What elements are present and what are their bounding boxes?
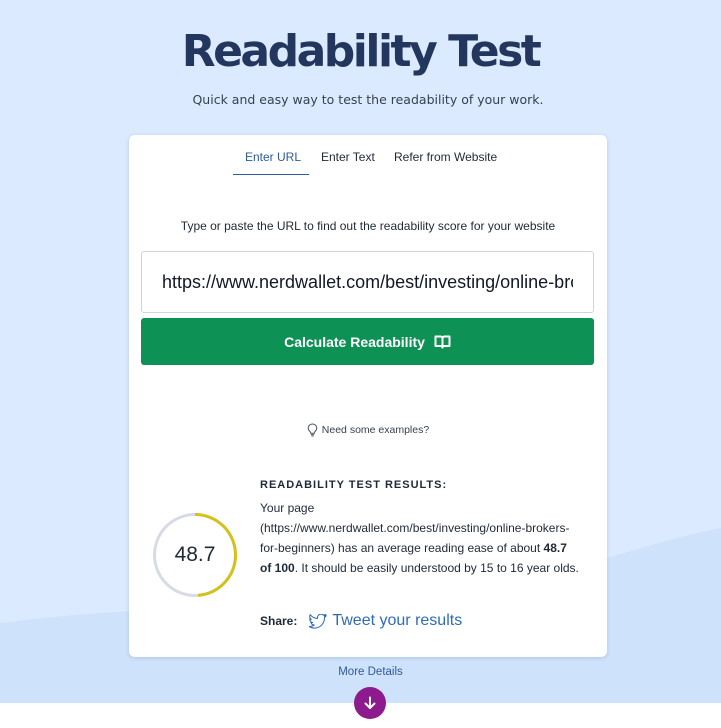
tweet-results-link[interactable]: Tweet your results — [309, 612, 462, 630]
tab-enter-url[interactable]: Enter URL — [245, 150, 301, 164]
readability-card: Enter URL Enter Text Refer from Website … — [129, 135, 607, 657]
share-label: Share: — [260, 614, 298, 628]
results-outro: . It should be easily understood by 15 t… — [294, 561, 579, 575]
twitter-icon — [309, 613, 328, 629]
score-value: 48.7 — [174, 543, 216, 566]
calculate-readability-label: Calculate Readability — [284, 333, 425, 350]
url-instruction: Type or paste the URL to find out the re… — [180, 219, 556, 233]
more-details-link[interactable]: More Details — [0, 666, 721, 678]
tab-refer-from-website[interactable]: Refer from Website — [394, 150, 497, 164]
book-open-icon — [434, 335, 451, 349]
need-examples-link[interactable]: Need some examples? — [129, 423, 607, 437]
input-mode-tabs: Enter URL Enter Text Refer from Website — [129, 135, 607, 175]
tweet-results-label: Tweet your results — [332, 612, 463, 629]
share-row: Share: Tweet your results — [260, 612, 462, 630]
results-heading: READABILITY TEST RESULTS: — [260, 479, 448, 491]
tab-enter-text[interactable]: Enter Text — [321, 150, 375, 164]
arrow-down-icon — [363, 696, 377, 710]
active-tab-indicator — [233, 174, 309, 175]
page-title: Readability Test — [181, 26, 542, 77]
scroll-down-button[interactable] — [354, 687, 386, 719]
page-subtitle: Quick and easy way to test the readabili… — [192, 92, 544, 107]
results-description: Your page (https://www.nerdwallet.com/be… — [260, 498, 580, 578]
results-intro: Your page (https://www.nerdwallet.com/be… — [260, 501, 570, 555]
need-examples-label: Need some examples? — [321, 424, 430, 436]
calculate-readability-button[interactable]: Calculate Readability — [141, 318, 594, 365]
url-input[interactable] — [141, 251, 594, 313]
lightbulb-icon — [307, 423, 318, 437]
score-gauge: 48.7 — [152, 512, 238, 598]
